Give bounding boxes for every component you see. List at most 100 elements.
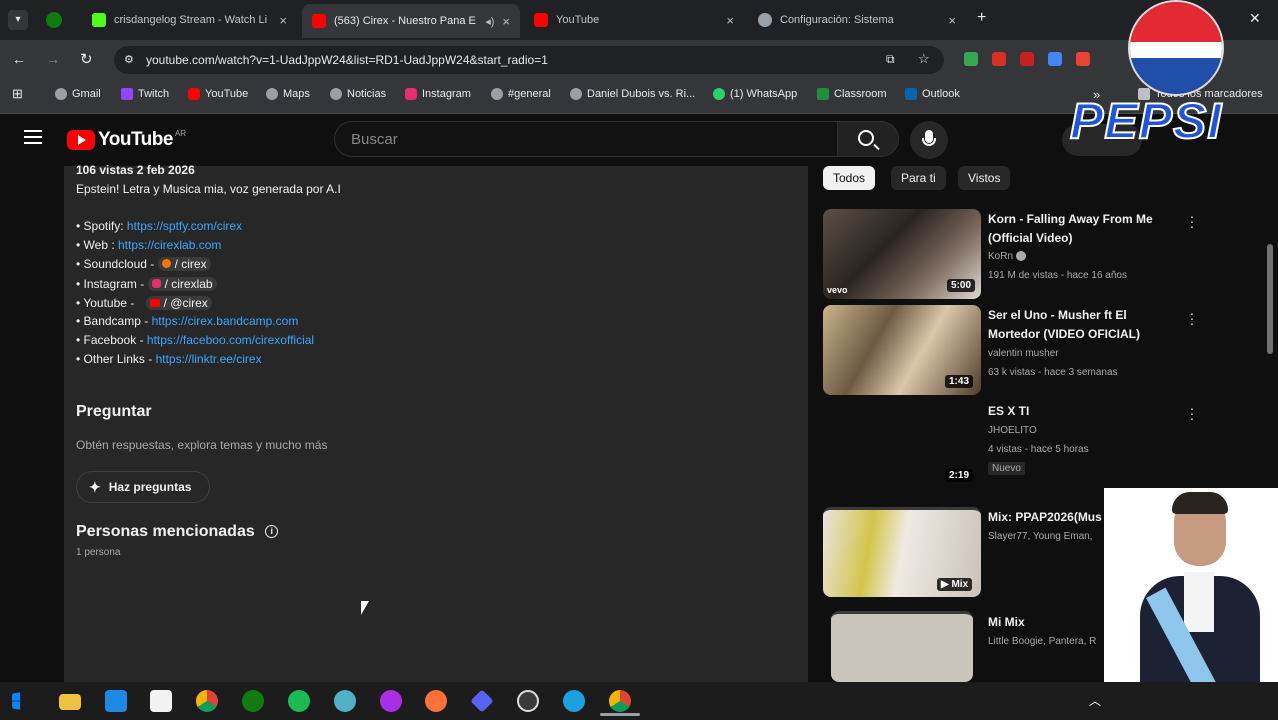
xbox-icon[interactable] <box>242 690 264 712</box>
ext-wifi-icon[interactable] <box>1048 52 1062 66</box>
video-title[interactable]: Mix: PPAP2026(Mus <box>988 508 1106 527</box>
install-app-icon[interactable]: ⧉ <box>886 52 895 67</box>
mix-badge: ▶ Mix <box>937 578 973 591</box>
spotify-icon[interactable] <box>288 690 310 712</box>
bookmark-star-icon[interactable]: ☆ <box>918 51 930 67</box>
tab-settings[interactable]: Configuración: Sistema × <box>748 6 966 34</box>
bookmark-maps[interactable]: Maps <box>266 86 310 102</box>
tray-chevron-icon[interactable]: ︿ <box>1089 692 1101 709</box>
video-channel[interactable]: Slayer77, Young Eman, <box>988 531 1104 542</box>
file-explorer-icon[interactable] <box>59 694 81 710</box>
search-button[interactable] <box>837 121 899 157</box>
more-actions-icon[interactable]: · · · <box>1188 401 1196 425</box>
bookmark-instagram[interactable]: Instagram <box>405 86 471 102</box>
ask-questions-button[interactable]: ✦ Haz preguntas <box>76 471 210 503</box>
firefox-icon[interactable] <box>425 690 447 712</box>
tab-search-icon[interactable]: ▾ <box>8 10 28 30</box>
chrome-icon[interactable] <box>196 690 218 712</box>
ext-green-icon[interactable] <box>964 52 978 66</box>
mix-thumbnail-mi-mix[interactable] <box>831 611 973 682</box>
whatsapp-icon <box>713 88 725 100</box>
video-thumbnail-musher[interactable]: 1:43 <box>823 305 981 395</box>
bookmark-whatsapp[interactable]: (1) WhatsApp <box>713 86 797 102</box>
youtube-logo[interactable]: YouTube AR <box>67 129 186 151</box>
canva-c-icon[interactable] <box>380 690 402 712</box>
app-sphere-icon[interactable] <box>334 690 356 712</box>
speaker-icon[interactable]: ◂) <box>485 15 494 28</box>
tab-cirex-video[interactable]: (563) Cirex - Nuestro Pana E ◂) × <box>302 4 520 38</box>
classroom-icon <box>817 88 829 100</box>
site-info-icon[interactable]: ⚙ <box>124 53 134 66</box>
twitch-icon <box>121 88 133 100</box>
chrome-active-icon[interactable] <box>609 690 631 712</box>
address-bar[interactable]: ⚙ youtube.com/watch?v=1-UadJppW24&list=R… <box>114 46 944 74</box>
chip-vistos[interactable]: Vistos <box>958 166 1011 190</box>
bookmark-gmail[interactable]: Gmail <box>55 86 101 102</box>
video-meta: 4 vistas - hace 5 horas <box>988 444 1089 455</box>
close-tab-icon[interactable]: × <box>279 13 287 28</box>
more-actions-icon[interactable]: · · · <box>1188 209 1196 233</box>
bookmark-classroom[interactable]: Classroom <box>817 86 887 102</box>
video-meta: 106 vistas 2 feb 2026 <box>76 163 195 177</box>
back-icon[interactable]: ← <box>12 51 26 67</box>
ext-adblock-icon[interactable] <box>1020 52 1034 66</box>
obs-icon[interactable] <box>517 690 539 712</box>
bookmark-noticias[interactable]: Noticias <box>330 86 386 102</box>
bookmark-youtube[interactable]: YouTube <box>188 86 248 102</box>
bookmark-twitch[interactable]: Twitch <box>121 86 169 102</box>
ext-red-icon[interactable] <box>992 52 1006 66</box>
store-icon[interactable] <box>150 690 172 712</box>
video-thumbnail-es-x-ti[interactable]: 2:19 <box>823 401 981 491</box>
video-channel[interactable]: KoRn <box>988 251 1026 262</box>
youtube-play-icon <box>67 130 95 150</box>
bookmark-outlook[interactable]: Outlook <box>905 86 960 102</box>
info-icon[interactable]: i <box>265 525 279 539</box>
chip-todos[interactable]: Todos <box>823 166 876 190</box>
sidebar-scrollbar[interactable] <box>1267 244 1273 354</box>
close-tab-icon[interactable]: × <box>948 13 956 28</box>
video-title[interactable]: Mi Mix <box>988 613 1025 632</box>
chip-para-ti[interactable]: Para ti <box>891 166 946 190</box>
voice-search-button[interactable] <box>910 121 948 159</box>
ask-section-title: Preguntar <box>76 403 152 420</box>
more-actions-icon[interactable]: · · · <box>1188 306 1196 330</box>
video-title[interactable]: Ser el Uno - Musher ft El Mortedor (VIDE… <box>988 306 1168 344</box>
video-channel[interactable]: JHOELITO <box>988 425 1037 436</box>
forward-icon[interactable]: → <box>46 51 60 67</box>
bookmark-general[interactable]: #general <box>491 86 551 102</box>
close-tab-icon[interactable]: × <box>502 14 510 29</box>
youtube-icon <box>534 13 548 27</box>
menu-icon[interactable] <box>24 130 42 144</box>
reload-icon[interactable]: ↻ <box>80 50 93 68</box>
apps-grid-icon[interactable]: ⊞ <box>12 86 23 102</box>
tab-youtube[interactable]: YouTube × <box>524 6 744 34</box>
video-channel[interactable]: valentin musher <box>988 348 1059 359</box>
search-input[interactable]: Buscar <box>334 121 838 157</box>
xbox-tab-icon[interactable] <box>46 12 62 28</box>
mail-icon[interactable] <box>105 690 127 712</box>
ext-office-icon[interactable] <box>1076 52 1090 66</box>
youtube-icon <box>149 299 160 307</box>
instagram-chip[interactable]: / cirexlab <box>147 277 217 291</box>
tab-kick-stream[interactable]: crisdangelog Stream - Watch Li × <box>82 6 297 34</box>
bookmark-dubois[interactable]: Daniel Dubois vs. Ri... <box>570 86 695 102</box>
browser-tab-strip: ▾ crisdangelog Stream - Watch Li × (563)… <box>0 0 1278 40</box>
close-tab-icon[interactable]: × <box>726 13 734 28</box>
window-close-button[interactable]: ✕ <box>1249 10 1261 27</box>
search-icon <box>858 130 874 146</box>
youtube-icon <box>188 88 200 100</box>
globe-icon <box>570 88 582 100</box>
video-title[interactable]: Korn - Falling Away From Me (Official Vi… <box>988 210 1168 248</box>
extension-icons <box>964 52 1124 68</box>
edge-icon[interactable] <box>563 690 585 712</box>
mix-thumbnail-ppap[interactable]: ▶ Mix <box>823 507 981 597</box>
video-channel[interactable]: Little Boogie, Pantera, R <box>988 636 1104 647</box>
address-text: youtube.com/watch?v=1-UadJppW24&list=RD1… <box>146 53 548 67</box>
video-title[interactable]: ES X TI <box>988 402 1168 421</box>
new-tab-button[interactable]: + <box>977 9 986 27</box>
youtube-chip[interactable]: / @cirex <box>145 296 212 310</box>
video-thumbnail-korn[interactable]: vevo 5:00 <box>823 209 981 299</box>
link-other: • Other Links - https://linktr.ee/cirex <box>76 352 262 366</box>
soundcloud-chip[interactable]: / cirex <box>157 257 211 271</box>
people-section-title: Personas mencionadas i <box>76 523 279 541</box>
